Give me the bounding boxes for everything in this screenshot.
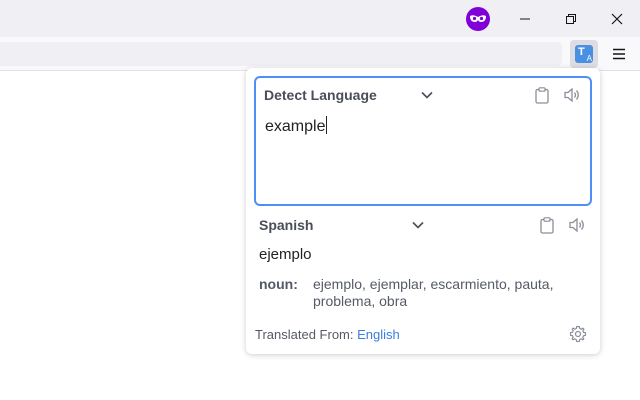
- close-button[interactable]: [594, 0, 640, 37]
- target-language-label: Spanish: [259, 217, 314, 233]
- text-caret: [326, 116, 328, 134]
- translate-extension-button[interactable]: TA: [570, 40, 598, 68]
- dictionary-words: ejemplo, ejemplar, escarmiento, pauta, p…: [313, 276, 554, 309]
- chevron-down-icon: [412, 221, 425, 229]
- dictionary-entry: noun: ejemplo, ejemplar, escarmiento, pa…: [259, 276, 589, 310]
- speaker-icon: [569, 218, 584, 232]
- minimize-icon: [520, 18, 530, 19]
- address-bar[interactable]: [0, 42, 562, 66]
- app-menu-button[interactable]: [605, 40, 633, 68]
- source-text-value: example: [265, 118, 326, 135]
- toolbar: TA: [0, 37, 640, 71]
- source-speak-button[interactable]: [562, 85, 582, 105]
- target-language-select[interactable]: Spanish: [259, 217, 425, 233]
- gear-icon: [569, 325, 587, 343]
- target-speak-button[interactable]: [567, 215, 587, 235]
- translator-popup: Detect Language example Spanish ejemplo …: [246, 68, 600, 354]
- target-copy-button[interactable]: [537, 215, 557, 235]
- speaker-icon: [564, 88, 579, 102]
- source-panel: Detect Language example: [254, 76, 592, 206]
- settings-button[interactable]: [569, 325, 587, 343]
- translated-from-label: Translated From:: [255, 327, 354, 342]
- translated-text: ejemplo: [259, 246, 312, 263]
- source-language-select[interactable]: Detect Language: [264, 87, 433, 103]
- restore-icon: [566, 13, 576, 24]
- source-language-label: Detect Language: [264, 87, 377, 103]
- source-text-input[interactable]: example: [265, 116, 328, 136]
- clipboard-icon: [535, 86, 549, 104]
- hamburger-menu-icon: [613, 48, 625, 60]
- minimize-button[interactable]: [502, 0, 548, 37]
- translate-icon: TA: [575, 45, 593, 63]
- chevron-down-icon: [421, 91, 433, 99]
- clipboard-icon: [540, 216, 554, 234]
- close-icon: [611, 13, 623, 24]
- private-browsing-icon: [466, 7, 490, 31]
- translated-from-footer: Translated From: English: [255, 327, 400, 342]
- title-bar: [0, 0, 640, 37]
- maximize-button[interactable]: [548, 0, 594, 37]
- part-of-speech: noun:: [259, 276, 298, 292]
- detected-language-link[interactable]: English: [357, 327, 400, 342]
- source-copy-button[interactable]: [532, 85, 552, 105]
